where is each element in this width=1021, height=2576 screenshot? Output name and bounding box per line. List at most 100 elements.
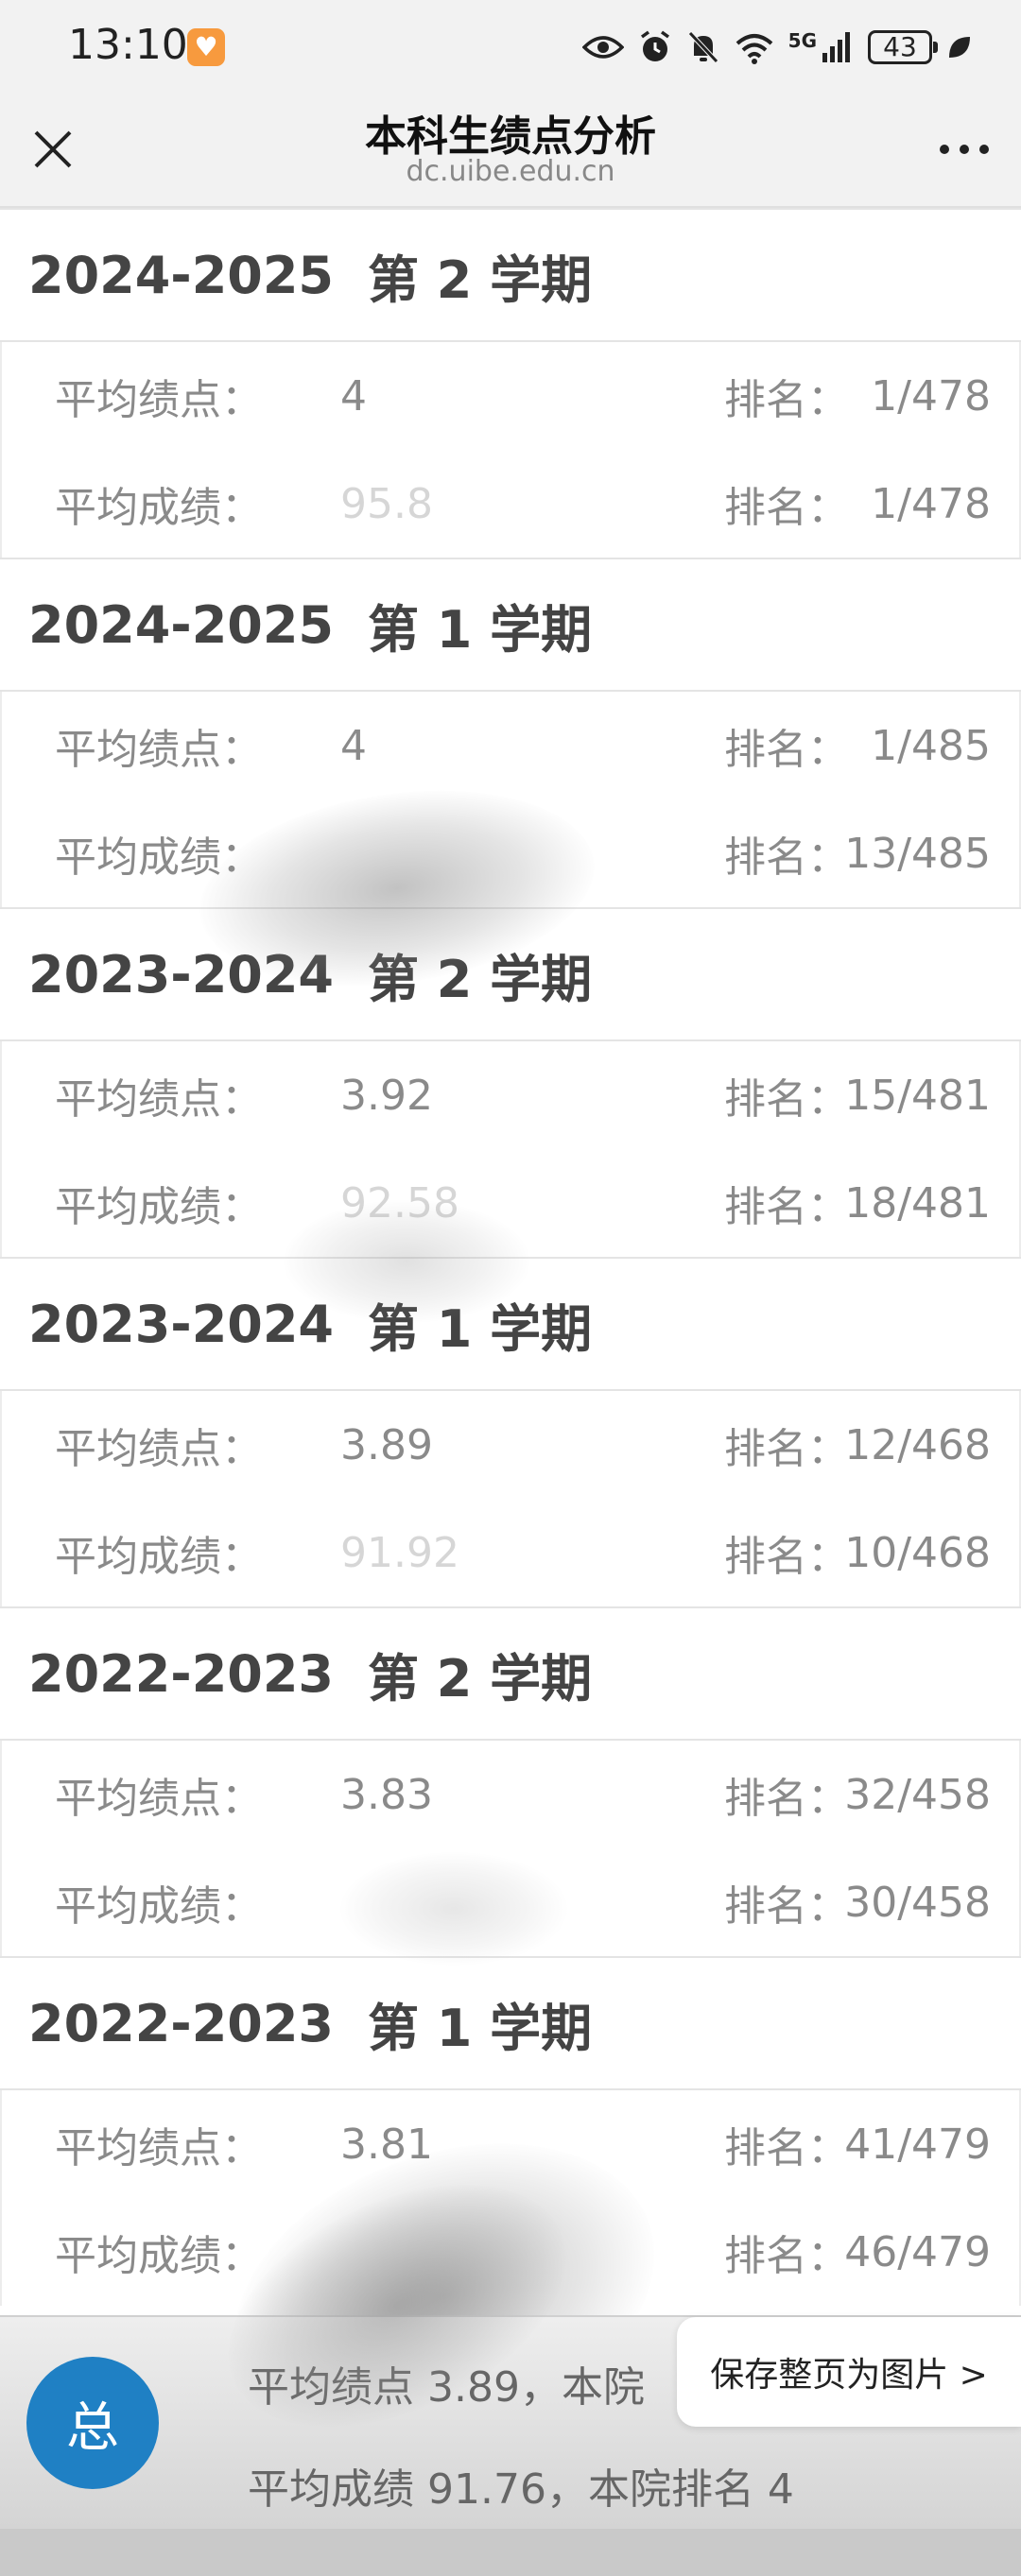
more-options-button[interactable] — [930, 119, 998, 180]
score-label: 平均成绩： — [55, 833, 263, 882]
gpa-label: 平均绩点： — [55, 1425, 263, 1473]
term-label: 第 2 学期 — [368, 949, 593, 1009]
gpa-label: 平均绩点： — [55, 2124, 263, 2172]
term-header: 2022-2023 第 1 学期 — [0, 1956, 1021, 2090]
gpa-rank-value: 41/479 — [844, 2120, 991, 2169]
term-card: 2022-2023 第 2 学期 平均绩点： 3.83 排名： 32/458 平均… — [0, 1606, 1021, 1956]
gpa-rank-value: 12/468 — [844, 1420, 991, 1469]
battery-icon: 43 — [868, 30, 938, 64]
eye-icon — [581, 36, 624, 59]
gpa-value: 3.92 — [340, 1071, 433, 1120]
score-rank-value: 30/458 — [844, 1878, 991, 1927]
score-row: 平均成绩： 排名： 46/479 — [2, 2198, 1019, 2306]
rank-label: 排名： — [724, 726, 849, 774]
score-value: 95.8 — [340, 479, 433, 528]
term-year: 2022-2023 — [28, 1993, 334, 2053]
rank-label: 排名： — [724, 2124, 849, 2172]
status-time: 13:10 — [68, 21, 188, 69]
rank-label: 排名： — [724, 1183, 849, 1231]
score-row: 平均成绩： 排名： 13/485 — [2, 799, 1019, 907]
term-label: 第 1 学期 — [368, 599, 593, 660]
page-domain: dc.uibe.edu.cn — [406, 155, 615, 188]
gpa-row: 平均绩点： 3.89 排名： 12/468 — [2, 1391, 1019, 1499]
gpa-label: 平均绩点： — [55, 376, 263, 424]
rank-label: 排名： — [724, 376, 849, 424]
mute-bell-icon — [687, 31, 718, 63]
rank-label: 排名： — [724, 833, 849, 882]
gpa-rank-value: 32/458 — [844, 1770, 991, 1819]
gpa-value: 4 — [340, 721, 367, 770]
term-card: 2024-2025 第 1 学期 平均绩点： 4 排名： 1/485 平均成绩： … — [0, 558, 1021, 907]
term-card: 2022-2023 第 1 学期 平均绩点： 3.81 排名： 41/479 平均… — [0, 1956, 1021, 2306]
gpa-row: 平均绩点： 3.92 排名： 15/481 — [2, 1041, 1019, 1149]
score-label: 平均成绩： — [55, 484, 263, 532]
term-year: 2022-2023 — [28, 1643, 334, 1704]
term-card: 2024-2025 第 2 学期 平均绩点： 4 排名： 1/478 平均成绩： … — [0, 208, 1021, 558]
term-year: 2024-2025 — [28, 245, 334, 305]
term-body: 平均绩点： 3.81 排名： 41/479 平均成绩： 排名： 46/479 — [0, 2090, 1021, 2306]
rank-label: 排名： — [724, 484, 849, 532]
wifi-icon — [735, 34, 772, 64]
status-icons: 5G 43 — [581, 26, 974, 68]
save-page-as-image-button[interactable]: 保存整页为图片 > — [677, 2317, 1021, 2427]
rank-label: 排名： — [724, 1425, 849, 1473]
term-header: 2023-2024 第 2 学期 — [0, 907, 1021, 1041]
score-rank-value: 1/478 — [871, 479, 991, 528]
score-row: 平均成绩： 91.92 排名： 10/468 — [2, 1499, 1019, 1606]
score-row: 平均成绩： 92.58 排名： 18/481 — [2, 1149, 1019, 1257]
more-icon — [940, 145, 989, 154]
gpa-label: 平均绩点： — [55, 1075, 263, 1124]
gpa-rank-value: 15/481 — [844, 1071, 991, 1120]
grade-list[interactable]: 2024-2025 第 2 学期 平均绩点： 4 排名： 1/478 平均成绩： … — [0, 208, 1021, 2315]
rank-label: 排名： — [724, 1882, 849, 1931]
gpa-row: 平均绩点： 3.81 排名： 41/479 — [2, 2090, 1019, 2198]
term-year: 2023-2024 — [28, 944, 334, 1005]
term-body: 平均绩点： 3.83 排名： 32/458 平均成绩： 排名： 30/458 — [0, 1741, 1021, 1956]
status-bar: 13:10 ♥ 5G 43 — [0, 0, 1021, 91]
bottom-strip — [0, 2529, 1021, 2576]
gpa-row: 平均绩点： 4 排名： 1/485 — [2, 692, 1019, 799]
score-label: 平均成绩： — [55, 1533, 263, 1581]
score-value: 91.92 — [340, 1528, 459, 1577]
rank-label: 排名： — [724, 2232, 849, 2280]
gpa-label: 平均绩点： — [55, 726, 263, 774]
summary-badge[interactable]: 总 — [26, 2357, 159, 2489]
score-rank-value: 18/481 — [844, 1178, 991, 1228]
score-label: 平均成绩： — [55, 2232, 263, 2280]
notification-app-icon: ♥ — [187, 28, 225, 66]
gpa-value: 3.89 — [340, 1420, 433, 1469]
summary-gpa-text: 平均绩点 3.89，本院 — [248, 2363, 645, 2412]
score-row: 平均成绩： 排名： 30/458 — [2, 1848, 1019, 1956]
gpa-row: 平均绩点： 3.83 排名： 32/458 — [2, 1741, 1019, 1848]
term-year: 2024-2025 — [28, 594, 334, 655]
term-body: 平均绩点： 3.92 排名： 15/481 平均成绩： 92.58 排名： 18… — [0, 1041, 1021, 1257]
term-header: 2024-2025 第 1 学期 — [0, 558, 1021, 692]
gpa-value: 3.83 — [340, 1770, 433, 1819]
score-row: 平均成绩： 95.8 排名： 1/478 — [2, 450, 1019, 558]
term-card: 2023-2024 第 1 学期 平均绩点： 3.89 排名： 12/468 平均… — [0, 1257, 1021, 1606]
page-title: 本科生绩点分析 — [365, 112, 656, 161]
signal-icon — [822, 32, 850, 62]
score-rank-value: 10/468 — [844, 1528, 991, 1577]
network-type: 5G — [787, 29, 817, 52]
summary-score-text: 平均成绩 91.76，本院排名 4 — [248, 2465, 794, 2514]
gpa-rank-value: 1/478 — [871, 371, 991, 421]
score-label: 平均成绩： — [55, 1183, 263, 1231]
term-card: 2023-2024 第 2 学期 平均绩点： 3.92 排名： 15/481 平均… — [0, 907, 1021, 1257]
score-rank-value: 13/485 — [844, 829, 991, 878]
score-value: 92.58 — [340, 1178, 459, 1228]
term-label: 第 1 学期 — [368, 1998, 593, 2058]
score-label: 平均成绩： — [55, 1882, 263, 1931]
rank-label: 排名： — [724, 1075, 849, 1124]
term-body: 平均绩点： 4 排名： 1/478 平均成绩： 95.8 排名： 1/478 — [0, 342, 1021, 558]
title-bar: 本科生绩点分析 dc.uibe.edu.cn — [0, 91, 1021, 208]
score-rank-value: 46/479 — [844, 2227, 991, 2276]
term-label: 第 1 学期 — [368, 1298, 593, 1359]
rank-label: 排名： — [724, 1775, 849, 1823]
term-body: 平均绩点： 3.89 排名： 12/468 平均成绩： 91.92 排名： 10… — [0, 1391, 1021, 1606]
gpa-row: 平均绩点： 4 排名： 1/478 — [2, 342, 1019, 450]
gpa-label: 平均绩点： — [55, 1775, 263, 1823]
term-header: 2023-2024 第 1 学期 — [0, 1257, 1021, 1391]
rank-label: 排名： — [724, 1533, 849, 1581]
term-label: 第 2 学期 — [368, 249, 593, 310]
